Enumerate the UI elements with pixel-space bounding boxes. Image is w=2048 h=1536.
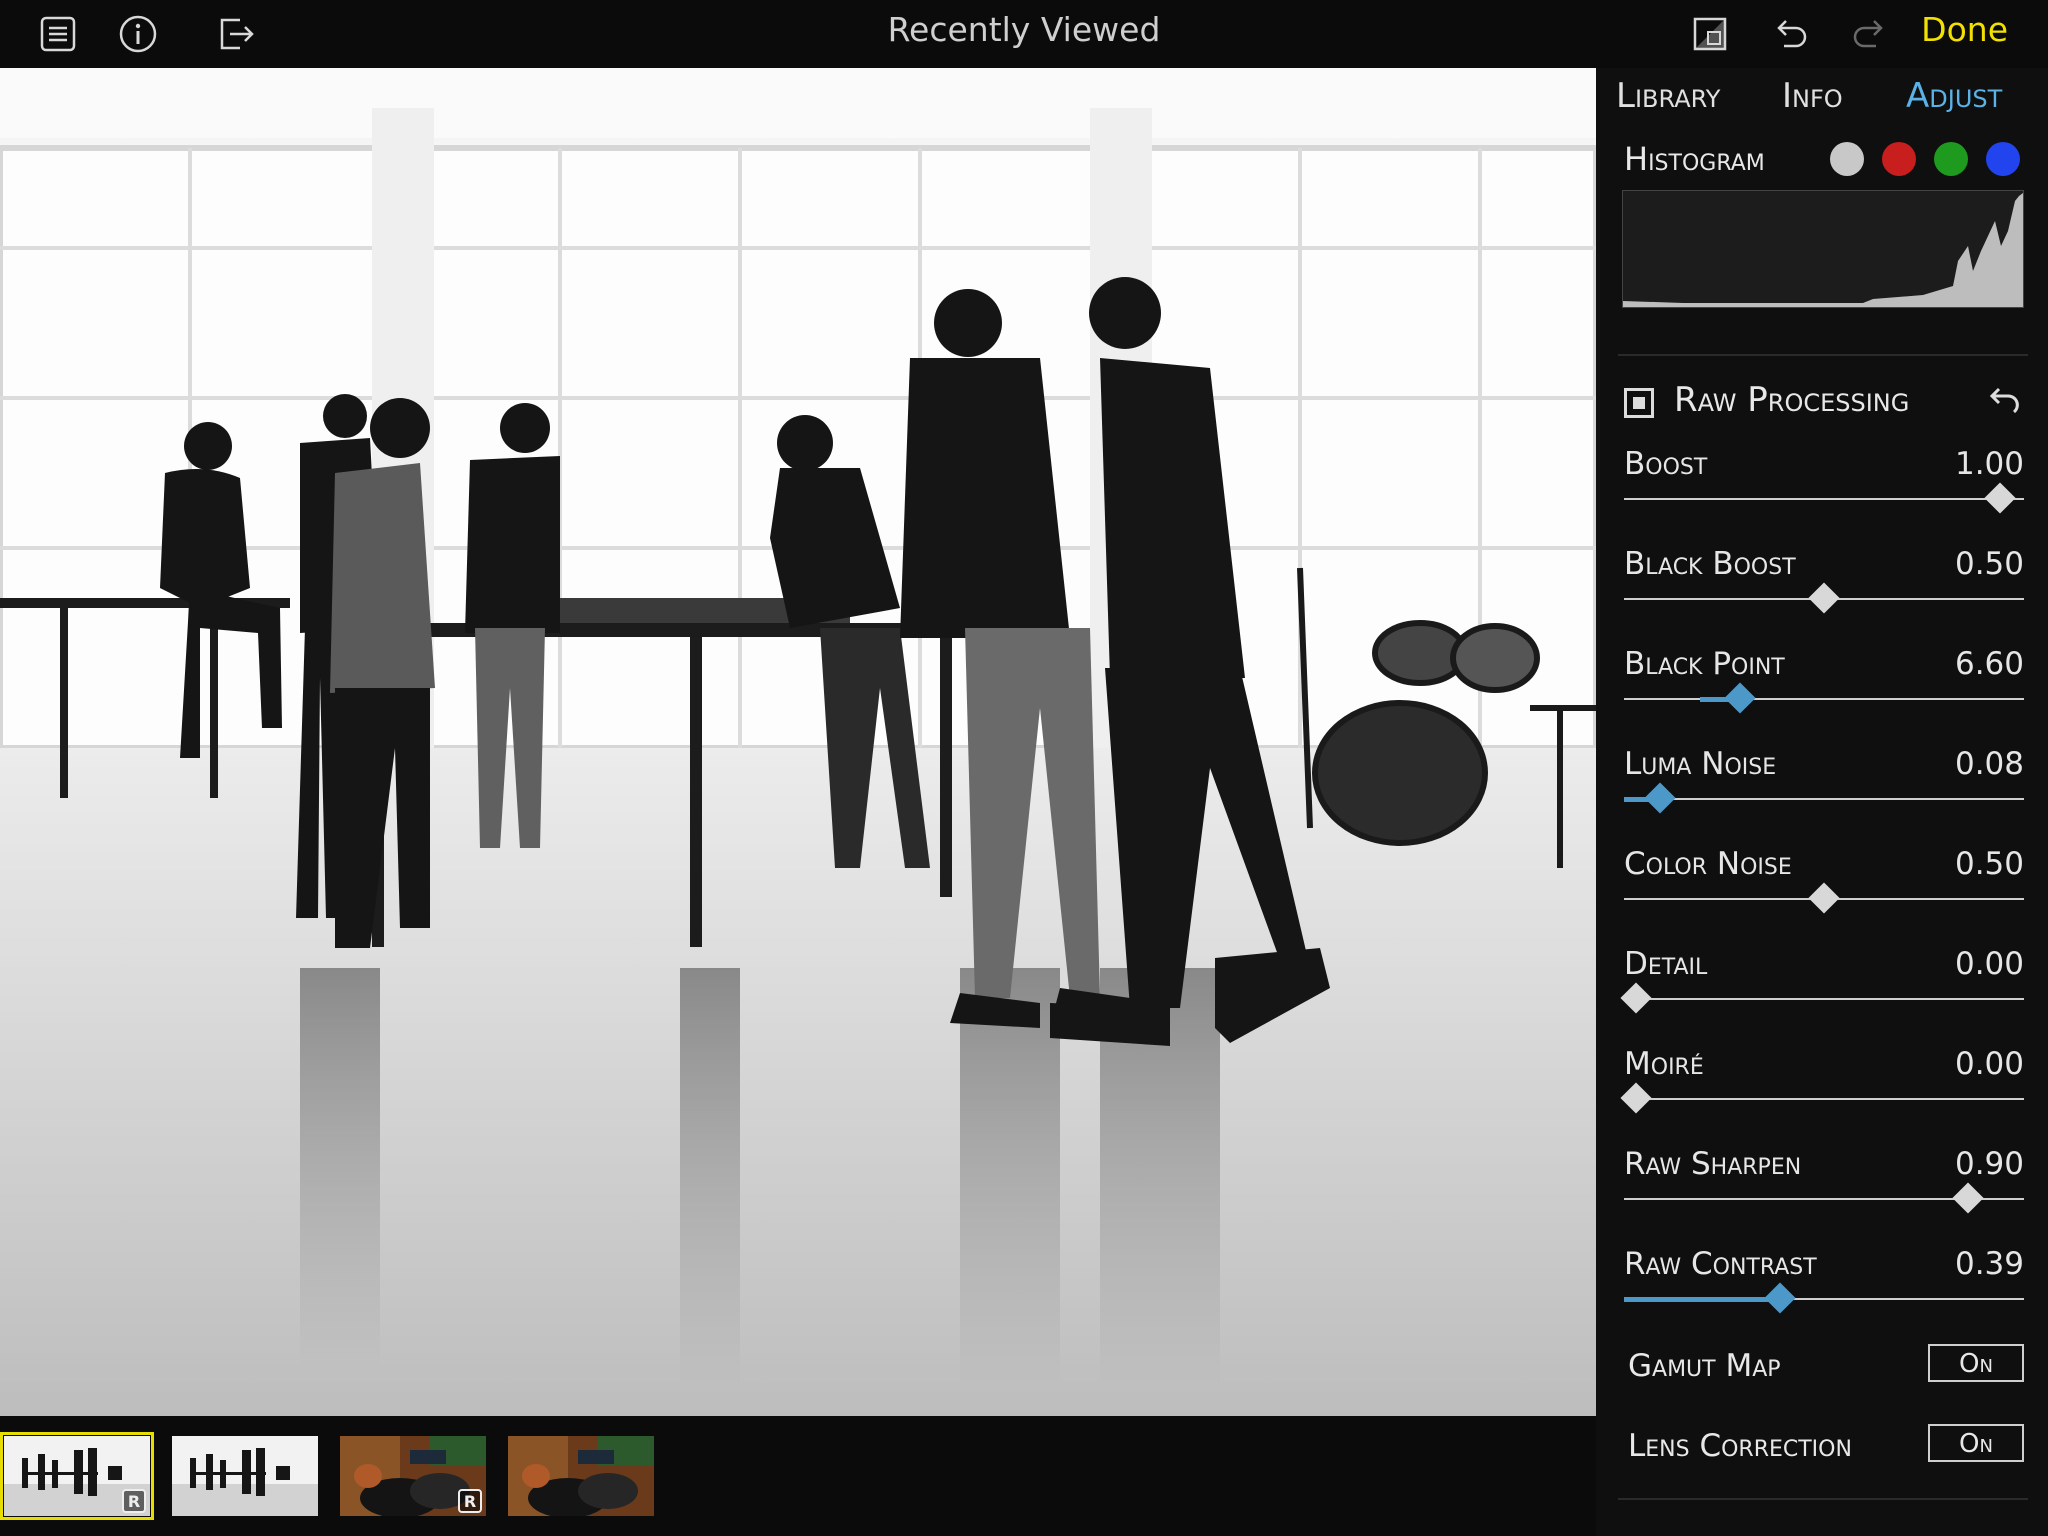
luma-noise-slider-track[interactable] <box>1624 798 2024 800</box>
histogram-label: Histogram <box>1624 140 1765 178</box>
slider-moir-: Moiré 0.00 <box>1620 1046 2024 1126</box>
luma-noise-value: 0.08 <box>1954 746 2024 782</box>
undo-icon[interactable] <box>1768 12 1812 56</box>
tab-info[interactable]: Info <box>1782 76 1843 116</box>
gamut-map-label: Gamut Map <box>1628 1348 1781 1384</box>
black-boost-slider-thumb[interactable] <box>1808 582 1840 614</box>
histogram-red-dot[interactable] <box>1882 142 1916 176</box>
boost-label: Boost <box>1624 446 1708 482</box>
redo-icon[interactable] <box>1848 12 1892 56</box>
raw-sharpen-value: 0.90 <box>1954 1146 2024 1182</box>
slider-raw-sharpen: Raw Sharpen 0.90 <box>1624 1146 2024 1226</box>
histogram-luminance-dot[interactable] <box>1830 142 1864 176</box>
main-photo[interactable] <box>0 68 1596 1416</box>
black-point-slider-thumb[interactable] <box>1724 682 1756 714</box>
filmstrip-thumbnail[interactable]: R <box>340 1436 486 1516</box>
lens-correction-label: Lens Correction <box>1628 1428 1852 1464</box>
black-boost-value: 0.50 <box>1954 546 2024 582</box>
gamut-map-toggle[interactable]: On <box>1928 1344 2024 1382</box>
photo-scene <box>0 68 1596 1416</box>
raw-contrast-value: 0.39 <box>1954 1246 2024 1282</box>
raw-badge-icon: R <box>122 1489 146 1513</box>
raw-contrast-slider-fill <box>1624 1297 1780 1302</box>
crop-compare-icon[interactable] <box>1688 12 1732 56</box>
moir--slider-thumb[interactable] <box>1620 1082 1652 1114</box>
black-point-slider-track[interactable] <box>1624 698 2024 700</box>
list-icon[interactable] <box>36 12 80 56</box>
boost-slider-track[interactable] <box>1624 498 2024 500</box>
info-icon[interactable] <box>116 12 160 56</box>
raw-sharpen-label: Raw Sharpen <box>1624 1146 1802 1182</box>
gamut-map-row: Gamut Map On <box>1628 1342 2024 1392</box>
color-noise-value: 0.50 <box>1954 846 2024 882</box>
raw-contrast-slider-thumb[interactable] <box>1764 1282 1796 1314</box>
raw-contrast-label: Raw Contrast <box>1624 1246 1817 1282</box>
slider-black-point: Black Point 6.60 <box>1624 646 2024 726</box>
tab-library[interactable]: Library <box>1616 76 1720 116</box>
divider <box>1618 1498 2028 1500</box>
raw-sharpen-slider-thumb[interactable] <box>1952 1182 1984 1214</box>
filmstrip-thumbnail[interactable] <box>508 1436 654 1516</box>
filmstrip-thumbnail[interactable] <box>172 1436 318 1516</box>
slider-boost: Boost 1.00 <box>1624 446 2024 526</box>
detail-slider-track[interactable] <box>1624 998 2024 1000</box>
lens-correction-row: Lens Correction On <box>1628 1422 2024 1472</box>
histogram-green-dot[interactable] <box>1934 142 1968 176</box>
adjust-panel: Library Info Adjust Histogram Raw Proces… <box>1596 68 2048 1536</box>
luma-noise-slider-thumb[interactable] <box>1644 782 1676 814</box>
color-noise-slider-thumb[interactable] <box>1808 882 1840 914</box>
boost-slider-thumb[interactable] <box>1984 482 2016 514</box>
detail-value: 0.00 <box>1954 946 2024 982</box>
color-noise-label: Color Noise <box>1624 846 1792 882</box>
raw-badge-icon: R <box>458 1489 482 1513</box>
done-button[interactable]: Done <box>1921 10 2008 49</box>
top-toolbar: Recently Viewed Done <box>0 0 2048 68</box>
tab-adjust[interactable]: Adjust <box>1906 76 2002 116</box>
moir--slider-track[interactable] <box>1624 1098 2024 1100</box>
luma-noise-label: Luma Noise <box>1624 746 1777 782</box>
slider-raw-contrast: Raw Contrast 0.39 <box>1624 1246 2024 1326</box>
slider-black-boost: Black Boost 0.50 <box>1624 546 2024 626</box>
slider-detail: Detail 0.00 <box>1620 946 2024 1026</box>
black-point-label: Black Point <box>1624 646 1785 682</box>
filmstrip: RR <box>0 1416 1596 1536</box>
black-boost-label: Black Boost <box>1624 546 1796 582</box>
reset-icon[interactable] <box>1984 382 2024 422</box>
histogram-graph <box>1622 190 2024 308</box>
lens-correction-toggle[interactable]: On <box>1928 1424 2024 1462</box>
slider-luma-noise: Luma Noise 0.08 <box>1624 746 2024 826</box>
detail-slider-thumb[interactable] <box>1620 982 1652 1014</box>
moir--value: 0.00 <box>1954 1046 2024 1082</box>
divider <box>1618 354 2028 356</box>
share-export-icon[interactable] <box>214 12 258 56</box>
moir--label: Moiré <box>1624 1046 1704 1082</box>
histogram-blue-dot[interactable] <box>1986 142 2020 176</box>
black-point-value: 6.60 <box>1954 646 2024 682</box>
page-title: Recently Viewed <box>887 10 1161 49</box>
slider-color-noise: Color Noise 0.50 <box>1624 846 2024 926</box>
detail-label: Detail <box>1624 946 1708 982</box>
raw-processing-label: Raw Processing <box>1674 380 1910 420</box>
raw-processing-checkbox[interactable] <box>1624 388 1654 418</box>
filmstrip-thumbnail[interactable]: R <box>0 1432 154 1520</box>
boost-value: 1.00 <box>1954 446 2024 482</box>
